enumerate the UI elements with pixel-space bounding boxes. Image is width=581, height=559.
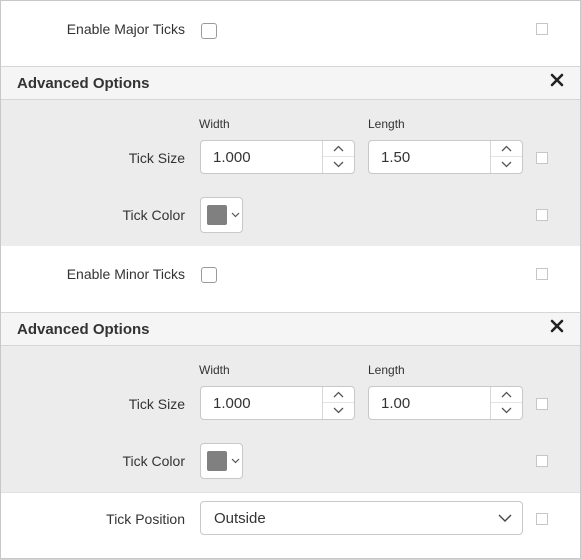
major-length-increment[interactable] [491,141,522,157]
major-tick-color-label: Tick Color [122,207,186,223]
minor-tick-size-label: Tick Size [128,396,185,412]
major-length-decrement[interactable] [491,157,522,173]
major-tick-color-swatch [207,205,227,225]
close-icon[interactable] [550,319,568,337]
minor-length-spinner [490,387,522,419]
chevron-down-icon [333,407,344,414]
major-advanced-options-body: Width Length Tick Size 1.000 1.50 Tick C… [1,100,580,246]
chevron-up-icon [501,145,512,152]
chevron-down-icon [231,212,240,218]
major-length-spinner [490,141,522,173]
minor-tick-size-side-checkbox[interactable] [536,398,548,410]
chevron-down-icon [498,514,512,522]
enable-minor-ticks-checkbox[interactable] [201,267,217,283]
major-length-value: 1.50 [381,149,411,166]
minor-width-increment[interactable] [323,387,354,403]
minor-advanced-options-title: Advanced Options [17,321,150,338]
tick-settings-panel: Enable Major Ticks Advanced Options Widt… [0,0,581,559]
minor-width-label: Width [199,363,230,377]
chevron-down-icon [501,407,512,414]
major-tick-color-side-checkbox[interactable] [536,209,548,221]
major-width-increment[interactable] [323,141,354,157]
chevron-up-icon [333,145,344,152]
major-width-decrement[interactable] [323,157,354,173]
enable-minor-ticks-side-checkbox[interactable] [536,268,548,280]
minor-length-decrement[interactable] [491,403,522,419]
tick-position-select[interactable]: Outside [200,501,523,535]
minor-tick-color-label: Tick Color [122,453,186,469]
chevron-down-icon [231,458,240,464]
major-tick-size-label: Tick Size [128,150,185,166]
major-tick-color-picker[interactable] [200,197,243,233]
minor-width-decrement[interactable] [323,403,354,419]
major-width-input[interactable]: 1.000 [200,140,355,174]
minor-width-input[interactable]: 1.000 [200,386,355,420]
chevron-down-icon [333,161,344,168]
minor-tick-color-side-checkbox[interactable] [536,455,548,467]
close-icon[interactable] [550,73,568,91]
enable-major-ticks-label: Enable Major Ticks [66,21,185,37]
minor-width-value: 1.000 [213,395,251,412]
major-length-input[interactable]: 1.50 [368,140,523,174]
divider [1,492,580,493]
minor-advanced-options-body: Width Length Tick Size 1.000 1.00 Tick C… [1,346,580,492]
major-width-value: 1.000 [213,149,251,166]
major-tick-size-side-checkbox[interactable] [536,152,548,164]
minor-width-spinner [322,387,354,419]
tick-position-side-checkbox[interactable] [536,513,548,525]
tick-position-label: Tick Position [106,511,185,527]
minor-length-increment[interactable] [491,387,522,403]
chevron-up-icon [501,391,512,398]
major-advanced-options-header: Advanced Options [1,66,580,100]
minor-length-value: 1.00 [381,395,411,412]
minor-length-label: Length [368,363,405,377]
major-width-label: Width [199,117,230,131]
enable-major-ticks-checkbox[interactable] [201,23,217,39]
minor-advanced-options-header: Advanced Options [1,312,580,346]
tick-position-value: Outside [214,510,266,527]
chevron-down-icon [501,161,512,168]
major-width-spinner [322,141,354,173]
enable-minor-ticks-label: Enable Minor Ticks [66,266,185,282]
minor-tick-color-swatch [207,451,227,471]
chevron-up-icon [333,391,344,398]
enable-major-ticks-side-checkbox[interactable] [536,23,548,35]
major-advanced-options-title: Advanced Options [17,75,150,92]
major-length-label: Length [368,117,405,131]
minor-tick-color-picker[interactable] [200,443,243,479]
minor-length-input[interactable]: 1.00 [368,386,523,420]
